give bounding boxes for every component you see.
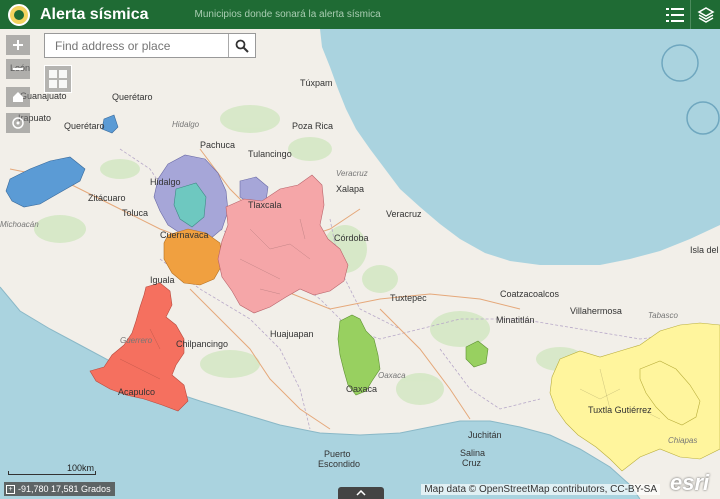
- scale-label: 100km: [66, 463, 94, 473]
- esri-logo: esri: [670, 470, 710, 495]
- map-attribution: Map data © OpenStreetMap contributors, C…: [421, 484, 660, 495]
- panel-toggle-button[interactable]: [338, 487, 384, 499]
- zoom-out-button[interactable]: [6, 59, 30, 79]
- list-icon: [665, 7, 684, 22]
- place-label: Michoacán: [0, 220, 39, 229]
- place-label: Toluca: [122, 208, 148, 218]
- place-label: Guerrero: [120, 336, 153, 345]
- search-icon: [235, 39, 249, 53]
- layers-button[interactable]: [690, 0, 720, 29]
- place-label: Coatzacoalcos: [500, 289, 560, 299]
- legend-list-button[interactable]: [660, 0, 689, 29]
- place-label: Minatitlán: [496, 315, 535, 325]
- minus-icon: [13, 68, 23, 70]
- place-label: Salina: [460, 448, 485, 458]
- place-label: Puerto: [324, 449, 351, 459]
- home-icon: [13, 92, 23, 102]
- place-label: Túxpam: [300, 78, 333, 88]
- place-label: Veracruz: [336, 169, 368, 178]
- place-label: Chiapas: [668, 436, 697, 445]
- place-label: Hidalgo: [150, 177, 181, 187]
- app-logo: [8, 3, 30, 26]
- basemap-gallery-button[interactable]: [44, 65, 72, 93]
- place-label: Tlaxcala: [248, 200, 282, 210]
- place-label: Zitácuaro: [88, 193, 126, 203]
- basemap: LeónGuanajuatoQuerétaroIrapuatoQuerétaro…: [0, 29, 720, 499]
- search-button[interactable]: [228, 34, 255, 57]
- place-label: Cuernavaca: [160, 230, 209, 240]
- app-subtitle: Municipios donde sonará la alerta sísmic…: [194, 9, 381, 20]
- place-label: Huajuapan: [270, 329, 314, 339]
- plus-icon: [13, 40, 23, 50]
- place-label: Tabasco: [648, 311, 679, 320]
- place-label: Veracruz: [386, 209, 422, 219]
- place-label: Villahermosa: [570, 306, 622, 316]
- coordinates-text: -91,780 17,581 Grados: [18, 484, 111, 494]
- place-label: Hidalgo: [172, 120, 200, 129]
- place-label: Escondido: [318, 459, 360, 469]
- search-box: [44, 33, 256, 58]
- place-label: Chilpancingo: [176, 339, 228, 349]
- place-label: Córdoba: [334, 233, 369, 243]
- locate-button[interactable]: [6, 113, 30, 133]
- place-label: Oaxaca: [378, 371, 406, 380]
- place-label: Juchitán: [468, 430, 502, 440]
- place-label: Iguala: [150, 275, 175, 285]
- place-label: Pachuca: [200, 140, 235, 150]
- place-label: Tuxtla Gutiérrez: [588, 405, 652, 415]
- crosshair-icon: +: [6, 484, 15, 494]
- place-label: Isla del Carmen: [690, 245, 720, 255]
- home-button[interactable]: [6, 87, 30, 107]
- place-label: Poza Rica: [292, 121, 333, 131]
- app-header: Alerta sísmica Municipios donde sonará l…: [0, 0, 720, 29]
- zoom-in-button[interactable]: [6, 35, 30, 55]
- place-label: Tuxtepec: [390, 293, 427, 303]
- search-input[interactable]: [45, 34, 228, 57]
- place-label: Querétaro: [64, 121, 105, 131]
- scale-bar: 100km: [8, 463, 96, 475]
- place-label: Oaxaca: [346, 384, 377, 394]
- place-label: Acapulco: [118, 387, 155, 397]
- chevron-up-icon: [356, 490, 366, 496]
- place-label: Cruz: [462, 458, 482, 468]
- app-title: Alerta sísmica: [40, 5, 149, 23]
- place-label: Tulancingo: [248, 149, 292, 159]
- locate-icon: [12, 117, 24, 129]
- place-label: Querétaro: [112, 92, 153, 102]
- place-label: Xalapa: [336, 184, 364, 194]
- layers-icon: [696, 6, 715, 23]
- coordinates-readout[interactable]: + -91,780 17,581 Grados: [4, 482, 115, 496]
- map-view[interactable]: LeónGuanajuatoQuerétaroIrapuatoQuerétaro…: [0, 29, 720, 499]
